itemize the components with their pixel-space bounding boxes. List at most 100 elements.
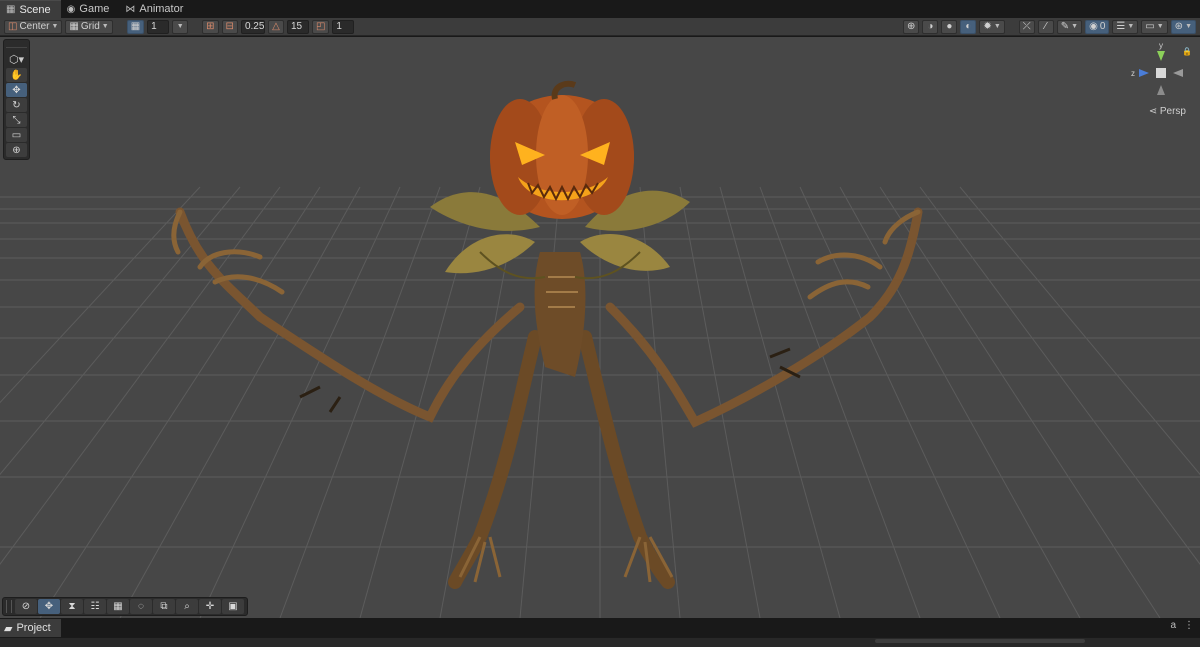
tab-project[interactable]: ▰ Project — [0, 619, 61, 637]
scene-view-options: ⊕ ◑ ● ◐ ✹ ▼ ⤫ ⁄ ✎ ▼ ◉ 0 ☰ ▼ ▭ ▼ ⊛ ▼ — [903, 19, 1196, 34]
shaded-wireframe-button[interactable]: ◑ — [922, 19, 939, 34]
scale-icon: ⤡ — [12, 114, 21, 126]
shaded-sphere-icon: ● — [946, 20, 953, 32]
layers-icon: ☰ — [1116, 20, 1126, 32]
wireframe-mode-button[interactable]: ⊕ — [903, 19, 920, 34]
chevron-down-icon: ▼ — [101, 23, 109, 30]
increment-snap-button[interactable]: ⊟ — [221, 19, 238, 34]
eye-icon: ◉ — [1089, 20, 1098, 32]
camera-settings-dropdown[interactable]: ▭ ▼ — [1141, 19, 1168, 34]
tab-scene[interactable]: ▦ Scene — [0, 0, 61, 18]
scene-visibility-dropdown[interactable]: ☰ ▼ — [1112, 19, 1139, 34]
shaded-mode-button[interactable]: ● — [941, 19, 958, 34]
hand-icon: ✋ — [10, 69, 23, 81]
rotate-snap-input[interactable]: 15 — [286, 19, 309, 34]
chevron-down-icon: ▼ — [1156, 23, 1164, 30]
camera-icon: ▭ — [1145, 20, 1155, 32]
projection-toggle[interactable]: ⋖ Persp — [1149, 106, 1186, 117]
layers-overlay-button[interactable]: ⧉ — [153, 599, 175, 614]
grid-size-input[interactable]: 1 — [147, 19, 170, 34]
palette-grip[interactable] — [6, 42, 27, 48]
camera-icon: ▣ — [228, 601, 238, 612]
debug-draw-mode-dropdown[interactable]: ✹ ▼ — [979, 19, 1005, 34]
gizmo-y-axis[interactable] — [1157, 51, 1165, 61]
pumpkin-creature-model[interactable] — [171, 80, 923, 589]
panel-controls: a ⋮ — [1170, 620, 1194, 631]
unlit-mode-button[interactable]: ◐ — [960, 19, 977, 34]
chevron-down-icon: ▼ — [176, 23, 184, 30]
gizmo-center-cube[interactable] — [1156, 68, 1166, 78]
animator-icon: ⋈ — [125, 3, 136, 15]
gizmo-neg-y-axis[interactable] — [1157, 85, 1165, 95]
rect-tool[interactable]: ▭ — [6, 128, 27, 142]
scale-tool[interactable]: ⤡ — [6, 113, 27, 127]
bottom-panel: ▰ Project a ⋮ — [0, 618, 1200, 647]
effects-icon: ✎ — [1060, 20, 1070, 32]
timeline-overlay-button[interactable]: ☷ — [84, 599, 106, 614]
tab-animator-label: Animator — [139, 3, 184, 15]
tab-game-label: Game — [79, 3, 110, 15]
lighting-toggle-button[interactable]: ⤫ — [1018, 19, 1035, 34]
move-arrows-icon: ✥ — [44, 601, 54, 612]
rect-transform-icon: ▭ — [11, 129, 22, 141]
scale-snap-input[interactable]: 1 — [332, 19, 355, 34]
overlay-grip[interactable] — [6, 600, 12, 613]
rotate-tool[interactable]: ↻ — [6, 98, 27, 112]
animation-overlay-button[interactable]: ⧗ — [61, 599, 83, 614]
pan-icon: ✛ — [205, 601, 215, 612]
grid-dropdown[interactable]: ▦ Grid ▼ — [65, 19, 113, 34]
navigation-overlay-button[interactable]: ⊘ — [15, 599, 37, 614]
increment-snap-icon: ⊟ — [225, 20, 234, 32]
rotate-snap-button[interactable]: △ — [267, 19, 284, 34]
rotate-icon: ↻ — [12, 99, 21, 111]
shaded-wire-icon: ◑ — [927, 20, 934, 32]
chevron-down-icon: ▼ — [993, 23, 1001, 30]
hand-tool[interactable]: ✋ — [6, 68, 27, 82]
light-off-icon: ⤫ — [1022, 20, 1031, 32]
pivot-icon: ◫ — [8, 20, 18, 32]
more-menu-icon[interactable]: ⋮ — [1184, 620, 1194, 631]
chevron-down-icon: ▼ — [51, 23, 59, 30]
effects-dropdown[interactable]: ✎ ▼ — [1056, 19, 1083, 34]
gizmos-dropdown[interactable]: ⊛ ▼ — [1170, 19, 1196, 34]
scene-viewport[interactable]: ⬡▾ ✋ ✥ ↻ ⤡ ▭ ⊕ y z 🔒 ⋖ Persp ⊘ ✥ ⧗ ☷ ▦ ◌… — [0, 37, 1200, 618]
snap-toggle-button[interactable]: ⊞ — [202, 19, 219, 34]
persp-chevron-icon: ⋖ — [1148, 106, 1158, 117]
scale-snap-icon: ◰ — [315, 20, 326, 32]
tab-animator[interactable]: ⋈ Animator — [119, 0, 193, 18]
cube-icon: ⬡▾ — [8, 53, 25, 66]
pivot-center-dropdown[interactable]: ◫ Center ▼ — [4, 19, 63, 34]
lock-icon[interactable]: 🔒 — [1182, 47, 1192, 56]
transform-tool[interactable]: ⊕ — [6, 143, 27, 157]
gizmo-x-axis[interactable] — [1173, 69, 1183, 77]
timeline-icon: ☷ — [90, 601, 100, 612]
tool-mode-dropdown[interactable]: ⬡▾ — [6, 51, 27, 67]
grid-visibility-toggle[interactable]: ▦ — [126, 19, 145, 34]
rotate-overlay-button[interactable]: ◌ — [130, 599, 152, 614]
grid-options-dropdown[interactable]: ▼ — [172, 19, 189, 34]
gizmo-z-axis[interactable] — [1139, 69, 1149, 77]
tab-project-label: Project — [16, 622, 51, 634]
snap-increment-input[interactable]: 0.25 — [240, 19, 265, 34]
scale-snap-button[interactable]: ◰ — [311, 19, 330, 34]
gamepad-icon: ◉ — [66, 3, 76, 15]
transform-all-icon: ⊕ — [12, 144, 21, 156]
hidden-objects-toggle[interactable]: ◉ 0 — [1085, 19, 1110, 34]
chevron-down-icon: ▼ — [1071, 23, 1079, 30]
tab-game[interactable]: ◉ Game — [61, 0, 120, 18]
camera-overlay-button[interactable]: ▣ — [222, 599, 244, 614]
zoom-slider[interactable] — [875, 639, 1085, 643]
move-tool[interactable]: ✥ — [6, 83, 27, 97]
move-overlay-button[interactable]: ✥ — [38, 599, 60, 614]
audio-toggle-button[interactable]: ⁄ — [1037, 19, 1054, 34]
grid-overlay-button[interactable]: ▦ — [107, 599, 129, 614]
lock-icon[interactable]: a — [1170, 620, 1176, 631]
compass-icon: ⊘ — [21, 601, 31, 612]
rotate-icon: ◌ — [138, 601, 144, 612]
tab-scene-label: Scene — [19, 3, 51, 16]
gizmo-y-label: y — [1159, 41, 1163, 50]
pan-overlay-button[interactable]: ✛ — [199, 599, 221, 614]
search-overlay-button[interactable]: ⌕ — [176, 599, 198, 614]
overlay-toolbar: ⊘ ✥ ⧗ ☷ ▦ ◌ ⧉ ⌕ ✛ ▣ — [2, 597, 248, 616]
projection-label: Persp — [1159, 106, 1186, 117]
